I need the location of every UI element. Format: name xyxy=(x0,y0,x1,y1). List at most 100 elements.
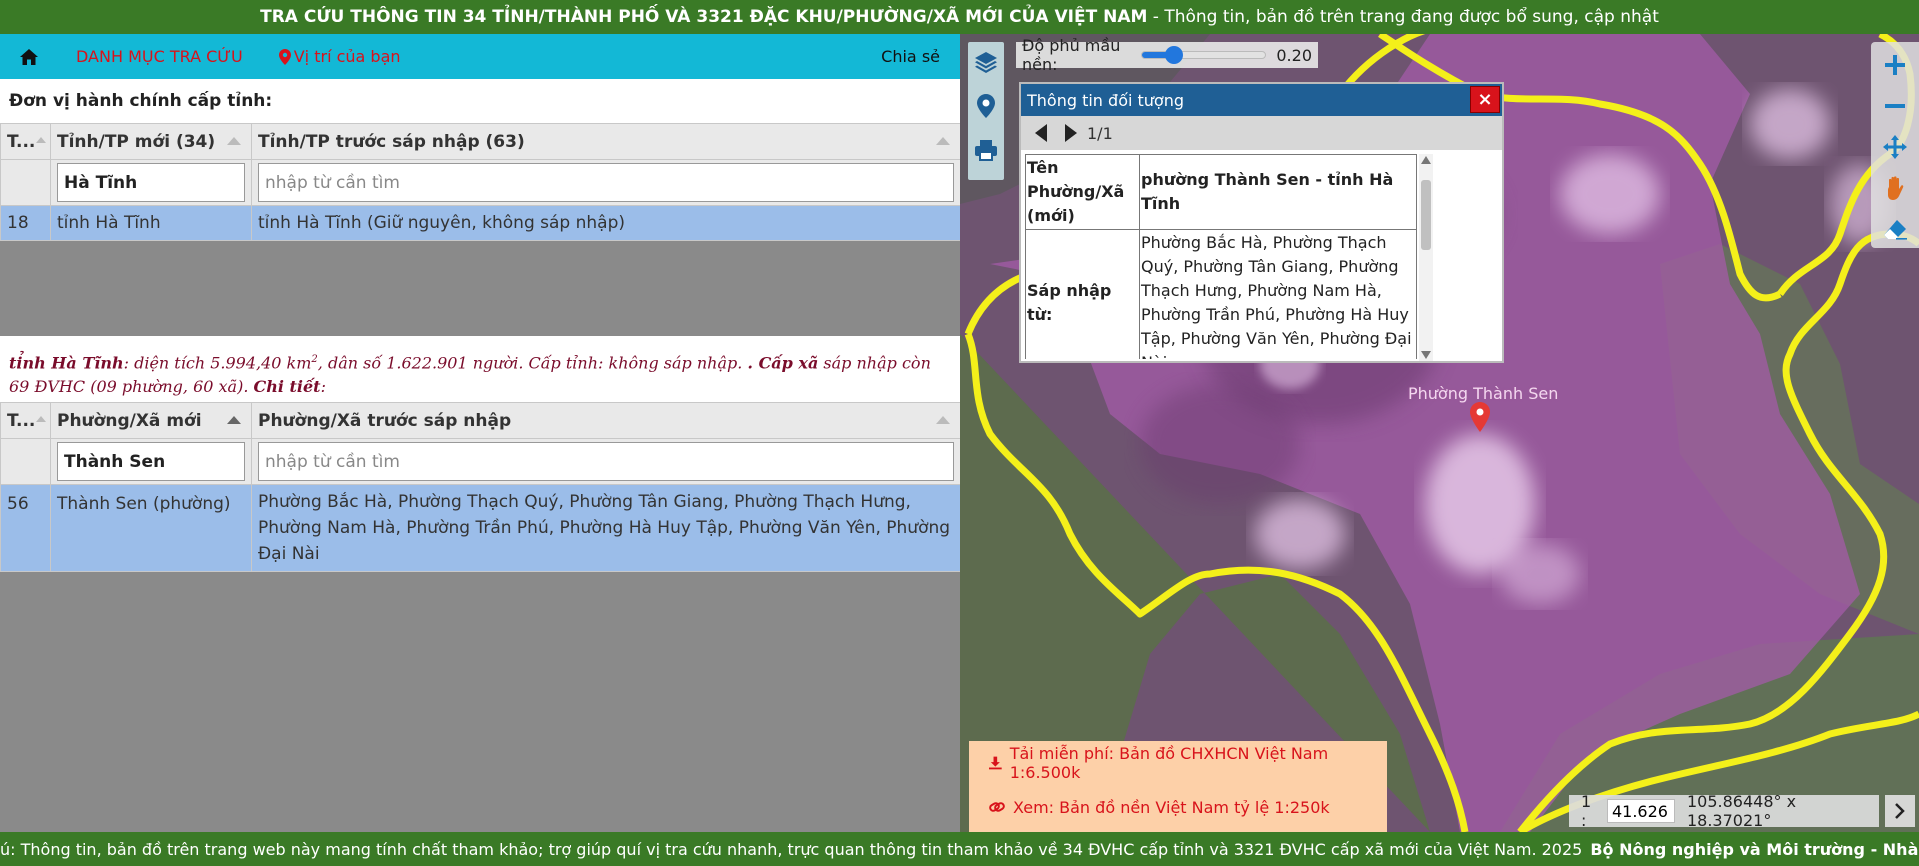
zoom-out-button[interactable] xyxy=(1876,87,1914,124)
eraser-icon xyxy=(1884,220,1907,241)
popup-value: phường Thành Sen - tỉnh Hà Tĩnh xyxy=(1139,154,1417,230)
your-location-label: Vị trí của bạn xyxy=(293,47,401,66)
map-tool-column xyxy=(968,42,1004,180)
cell-stt: 18 xyxy=(0,205,51,241)
ward-filter-row xyxy=(0,438,960,485)
opacity-control: Độ phủ mầu nền: 0.20 xyxy=(1016,36,1318,74)
province-info: tỉnh Hà Tĩnh: diện tích 5.994,40 km2, dâ… xyxy=(0,336,960,402)
ward-grid-header: T... Phường/Xã mới Phường/Xã trước sáp n… xyxy=(0,402,960,439)
pan-icon xyxy=(1883,135,1907,159)
app-subtitle: - Thông tin, bản đồ trên trang đang được… xyxy=(1147,7,1659,27)
app-title: TRA CỨU THÔNG TIN 34 TỈNH/THÀNH PHỐ VÀ 3… xyxy=(260,7,1148,27)
table-row[interactable]: 56 Thành Sen (phường) Phường Bắc Hà, Phư… xyxy=(0,484,960,572)
popup-scroll-thumb[interactable] xyxy=(1421,180,1431,250)
col-new-province-header[interactable]: Tỉnh/TP mới (34) xyxy=(50,123,252,160)
old-province-filter-input[interactable] xyxy=(258,163,954,202)
nav-bar: DANH MỤC TRA CỨU Vị trí của bạn Chia sẻ xyxy=(0,34,960,79)
view-basemap-label: Xem: Bản đồ nền Việt Nam tỷ lệ 1:250k xyxy=(1013,797,1330,817)
col-old-province-header[interactable]: Tỉnh/TP trước sáp nhập (63) xyxy=(251,123,960,160)
download-map-link[interactable]: Tải miễn phí: Bản đồ CHXHCN Việt Nam 1:6… xyxy=(989,741,1367,785)
home-button[interactable] xyxy=(0,34,58,79)
province-grid-header: T... Tỉnh/TP mới (34) Tỉnh/TP trước sáp … xyxy=(0,123,960,160)
chevron-right-icon xyxy=(1895,803,1905,819)
eraser-button[interactable] xyxy=(1876,211,1914,248)
coordinate-readout: 105.86448° x 18.37021° xyxy=(1686,792,1797,830)
cell-old-ward: Phường Bắc Hà, Phường Thạch Quý, Phường … xyxy=(251,484,960,572)
zoom-in-button[interactable] xyxy=(1876,46,1914,83)
popup-key: Sáp nhập từ: xyxy=(1025,229,1140,359)
map-marker[interactable] xyxy=(1470,402,1490,437)
download-icon xyxy=(989,756,1002,770)
detail-link[interactable]: Chi tiết xyxy=(254,377,321,396)
new-province-filter-input[interactable] xyxy=(57,163,245,202)
triangle-left-icon xyxy=(1035,124,1047,142)
hand-icon xyxy=(1888,176,1904,201)
cell-new-ward: Thành Sen (phường) xyxy=(50,484,252,572)
home-icon xyxy=(20,48,38,65)
popup-next-button[interactable] xyxy=(1065,124,1077,142)
opacity-label: Độ phủ mầu nền: xyxy=(1022,36,1121,74)
popup-close-button[interactable]: × xyxy=(1470,86,1500,113)
your-location-link[interactable]: Vị trí của bạn xyxy=(278,47,401,66)
popup-value: Phường Bắc Hà, Phường Thạch Quý, Phường … xyxy=(1139,229,1417,359)
share-button[interactable]: Chia sẻ xyxy=(881,47,940,66)
ward-level-label: Cấp xã xyxy=(758,353,819,373)
cell-new-province: tỉnh Hà Tĩnh xyxy=(50,205,252,241)
locate-button[interactable] xyxy=(972,92,1000,120)
popup-scrollbar[interactable] xyxy=(1419,154,1433,361)
hand-button[interactable] xyxy=(1876,170,1914,207)
popup-pager: 1/1 xyxy=(1021,116,1502,150)
popup-key: Tên Phường/Xã (mới) xyxy=(1025,154,1140,230)
zoom-out-icon xyxy=(1885,103,1905,108)
view-basemap-link[interactable]: Xem: Bản đồ nền Việt Nam tỷ lệ 1:250k xyxy=(989,785,1367,829)
app-title-bar: TRA CỨU THÔNG TIN 34 TỈNH/THÀNH PHỐ VÀ 3… xyxy=(0,0,1919,34)
opacity-slider[interactable] xyxy=(1140,46,1267,64)
catalog-label: DANH MỤC TRA CỨU xyxy=(76,47,243,66)
popup-page-indicator: 1/1 xyxy=(1087,123,1113,143)
map-marker-icon xyxy=(1470,402,1490,432)
province-grid: T... Tỉnh/TP mới (34) Tỉnh/TP trước sáp … xyxy=(0,123,960,336)
col-new-ward-header[interactable]: Phường/Xã mới xyxy=(50,402,252,439)
popup-header: Thông tin đối tượng × xyxy=(1021,84,1502,116)
scale-box: 1 : 105.86448° x 18.37021° xyxy=(1569,792,1879,830)
province-filter-row xyxy=(0,159,960,206)
triangle-right-icon xyxy=(1065,124,1077,142)
col-old-ward-header[interactable]: Phường/Xã trước sáp nhập xyxy=(251,402,960,439)
location-icon xyxy=(977,94,995,118)
layers-button[interactable] xyxy=(972,48,1000,76)
old-ward-filter-input[interactable] xyxy=(258,442,954,481)
close-icon: × xyxy=(1477,89,1493,110)
table-row[interactable]: 18 tỉnh Hà Tĩnh tỉnh Hà Tĩnh (Giữ nguyên… xyxy=(0,205,960,241)
col-stt-header[interactable]: T... xyxy=(0,402,51,439)
cell-stt: 56 xyxy=(0,484,51,572)
opacity-value: 0.20 xyxy=(1276,45,1312,65)
opacity-slider-handle[interactable] xyxy=(1164,46,1183,64)
left-panel: DANH MỤC TRA CỨU Vị trí của bạn Chia sẻ … xyxy=(0,34,960,832)
download-map-label: Tải miễn phí: Bản đồ CHXHCN Việt Nam 1:6… xyxy=(1009,744,1329,782)
catalog-link[interactable]: DANH MỤC TRA CỨU xyxy=(76,47,243,66)
popup-row: Tên Phường/Xã (mới) phường Thành Sen - t… xyxy=(1025,154,1417,230)
province-name: tỉnh Hà Tĩnh xyxy=(9,353,124,373)
popup-table: Tên Phường/Xã (mới) phường Thành Sen - t… xyxy=(1025,154,1417,359)
pan-button[interactable] xyxy=(1876,128,1914,165)
scale-prefix: 1 : xyxy=(1581,792,1592,830)
cell-old-province: tỉnh Hà Tĩnh (Giữ nguyên, không sáp nhập… xyxy=(251,205,960,241)
map-view[interactable]: Độ phủ mầu nền: 0.20 Phường Thành Sen Th… xyxy=(960,34,1919,832)
col-stt-header[interactable]: T... xyxy=(0,123,51,160)
scale-next-button[interactable] xyxy=(1885,795,1915,827)
feature-info-popup: Thông tin đối tượng × 1/1 Tên Phường/Xã … xyxy=(1019,82,1504,363)
scale-input[interactable] xyxy=(1606,799,1675,823)
zoom-in-icon xyxy=(1885,54,1905,75)
map-pin-icon xyxy=(278,48,291,65)
map-zoom-tools xyxy=(1871,42,1919,248)
new-ward-filter-input[interactable] xyxy=(57,442,245,481)
bottom-ticker: ú: Thông tin, bản đồ trên trang web này … xyxy=(0,832,1919,866)
print-icon xyxy=(975,140,997,161)
popup-prev-button[interactable] xyxy=(1035,124,1047,142)
popup-body: Tên Phường/Xã (mới) phường Thành Sen - t… xyxy=(1025,154,1471,359)
map-place-label: Phường Thành Sen xyxy=(1408,384,1559,403)
popup-row: Sáp nhập từ: Phường Bắc Hà, Phường Thạch… xyxy=(1025,229,1417,359)
link-icon xyxy=(989,802,1005,812)
print-button[interactable] xyxy=(972,136,1000,164)
download-box: Tải miễn phí: Bản đồ CHXHCN Việt Nam 1:6… xyxy=(969,741,1387,832)
